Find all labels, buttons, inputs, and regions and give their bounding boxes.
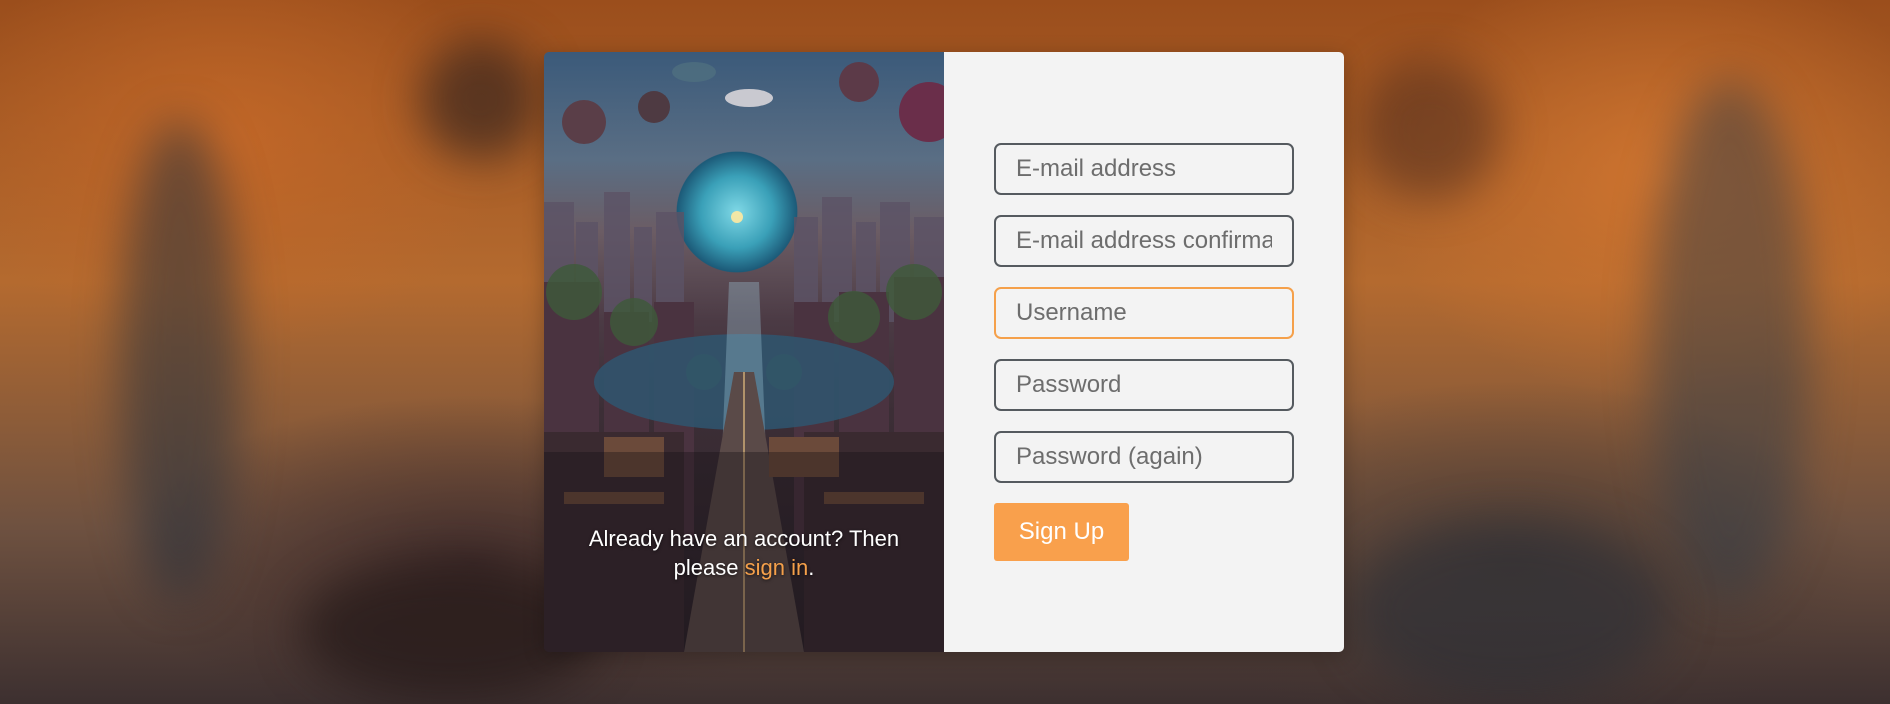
signup-form: Sign Up: [944, 52, 1344, 652]
username-field[interactable]: [994, 287, 1294, 339]
email-field[interactable]: [994, 143, 1294, 195]
background-shape: [120, 120, 240, 600]
background-shape: [1650, 80, 1810, 600]
email-confirmation-field[interactable]: [994, 215, 1294, 267]
signup-card: Already have an account? Then please sig…: [544, 52, 1344, 652]
background-shape: [1360, 60, 1500, 200]
password-again-field[interactable]: [994, 431, 1294, 483]
signin-prompt-suffix: .: [808, 555, 815, 580]
signin-prompt: Already have an account? Then please sig…: [564, 524, 924, 582]
background-shape: [1350, 520, 1670, 700]
sign-up-button[interactable]: Sign Up: [994, 503, 1129, 561]
password-field[interactable]: [994, 359, 1294, 411]
background-shape: [420, 40, 540, 160]
signin-link[interactable]: sign in: [745, 555, 809, 580]
signup-illustration: Already have an account? Then please sig…: [544, 52, 944, 652]
